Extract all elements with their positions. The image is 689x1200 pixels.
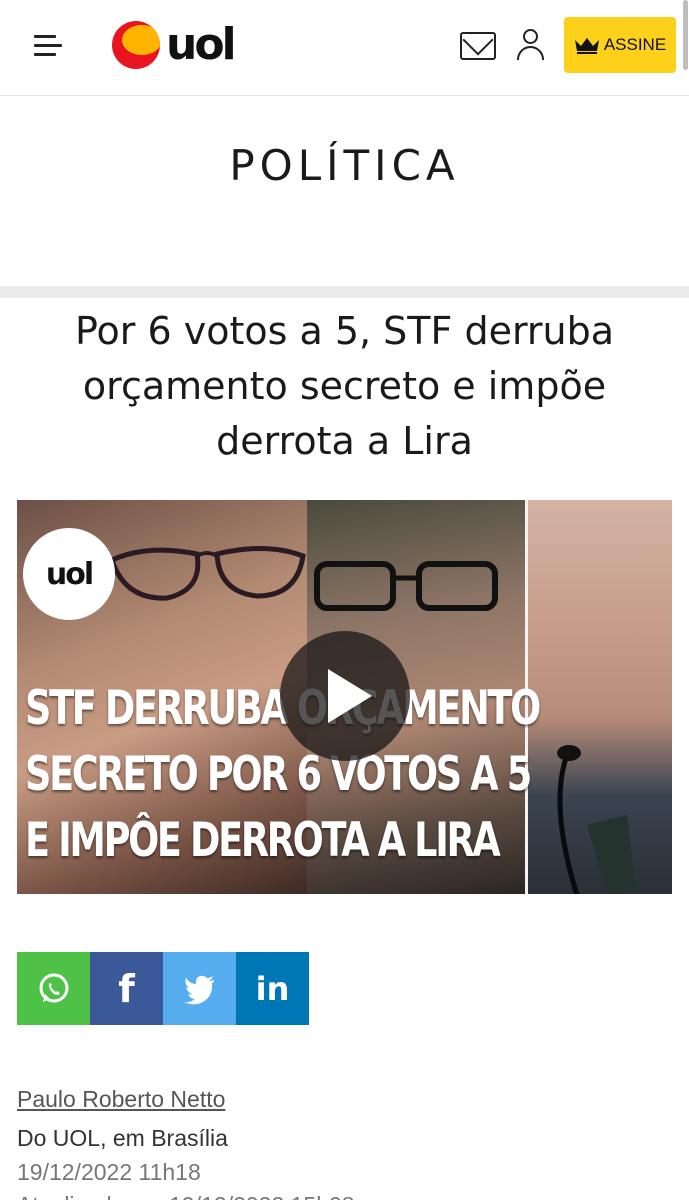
share-twitter-button[interactable] xyxy=(163,952,236,1025)
section-divider xyxy=(0,286,689,298)
share-facebook-button[interactable]: f xyxy=(90,952,163,1025)
scrollbar[interactable] xyxy=(683,0,688,70)
uol-logo[interactable]: uol xyxy=(112,19,237,70)
whatsapp-icon xyxy=(39,973,68,1002)
glasses-illustration-2 xyxy=(314,561,498,611)
uol-logo-text: uol xyxy=(166,19,237,70)
author-link[interactable]: Paulo Roberto Netto xyxy=(17,1086,225,1113)
mail-icon[interactable] xyxy=(460,32,496,60)
microphone-illustration xyxy=(557,745,637,894)
share-bar: f in xyxy=(17,952,309,1025)
section-title[interactable]: POLÍTICA xyxy=(0,141,689,190)
updated-date: Atualizada em 19/12/2022 15h08 xyxy=(17,1192,355,1200)
video-player[interactable]: uol STF DERRUBA ORÇAMENTO SECRETO POR 6 … xyxy=(17,500,672,894)
share-whatsapp-button[interactable] xyxy=(17,952,90,1025)
uol-logo-mark xyxy=(112,21,160,69)
glasses-illustration xyxy=(108,546,306,601)
facebook-icon: f xyxy=(118,966,135,1011)
user-icon[interactable] xyxy=(514,28,548,62)
article-headline: Por 6 votos a 5, STF derruba orçamento s… xyxy=(74,309,615,463)
video-caption-line: E IMPÔE DERROTA A LIRA xyxy=(25,813,501,868)
article-location: Do UOL, em Brasília xyxy=(17,1125,228,1151)
hamburger-icon[interactable] xyxy=(28,30,64,62)
top-bar: uol ASSINE xyxy=(0,0,689,96)
twitter-icon xyxy=(183,975,214,1004)
share-linkedin-button[interactable]: in xyxy=(236,952,309,1025)
play-icon[interactable] xyxy=(280,631,410,761)
publish-date: 19/12/2022 11h18 xyxy=(17,1159,201,1185)
subscribe-button[interactable]: ASSINE xyxy=(564,17,676,73)
linkedin-icon: in xyxy=(255,969,290,1008)
subscribe-label: ASSINE xyxy=(603,35,667,54)
video-uol-logo: uol xyxy=(23,528,115,620)
crown-icon xyxy=(574,38,599,54)
section-header: POLÍTICA xyxy=(0,97,689,287)
